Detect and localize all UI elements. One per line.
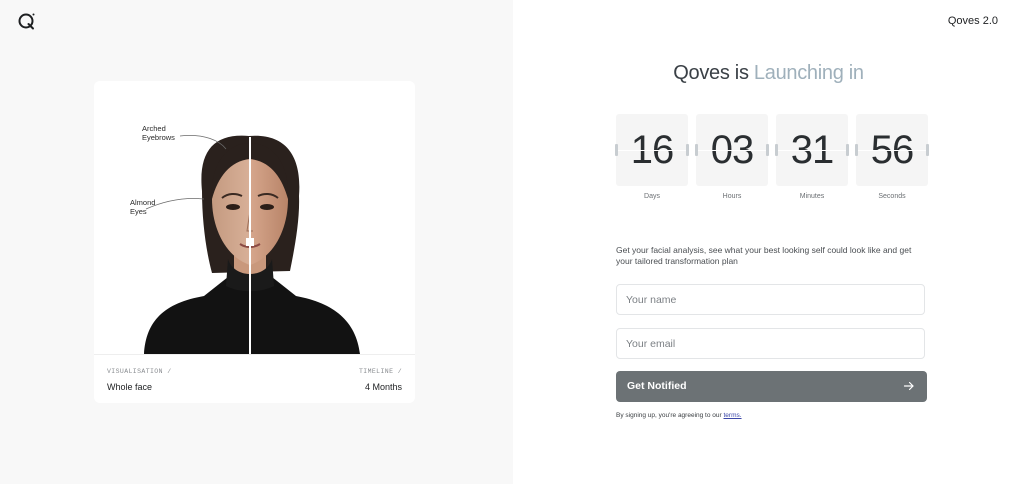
tile-tick [846, 144, 849, 156]
countdown-days-label: Days [644, 193, 660, 200]
countdown-hours-label: Hours [722, 193, 742, 200]
tile-tick [855, 144, 858, 156]
tile-divider [696, 150, 768, 151]
legal-text: By signing up, you're agreeing to our [616, 412, 722, 419]
get-notified-button[interactable]: Get Notified [616, 371, 927, 402]
name-input[interactable] [616, 284, 925, 315]
face-visualisation-image: Arched Eyebrows Almond Eyes [94, 81, 415, 354]
countdown-days: 16 [615, 114, 689, 186]
visualisation-label: VISUALISATION / [107, 368, 172, 375]
countdown-hours: 03 [695, 114, 769, 186]
version-label: Qoves 2.0 [947, 15, 998, 27]
annotation-eyes: Almond Eyes [130, 198, 156, 216]
countdown-seconds-label: Seconds [878, 193, 906, 200]
timeline-value: 4 Months [364, 382, 402, 392]
launch-description: Get your facial analysis, see what your … [616, 245, 912, 266]
right-panel: Qoves 2.0 Qoves is Launching in 16 03 31… [513, 0, 1024, 484]
q-logo-icon[interactable] [16, 10, 38, 32]
countdown-seconds: 56 [855, 114, 929, 186]
tile-tick [695, 144, 698, 156]
tile-tick [686, 144, 689, 156]
tile-tick [615, 144, 618, 156]
annotation-eyebrows: Arched Eyebrows [142, 124, 175, 142]
tile-tick [775, 144, 778, 156]
tile-tick [766, 144, 769, 156]
analysis-card: Arched Eyebrows Almond Eyes VISUALISATIO… [94, 81, 415, 403]
tile-tick [926, 144, 929, 156]
countdown-timer: 16 03 31 56 [615, 114, 929, 186]
launch-headline: Qoves is Launching in [513, 62, 1024, 85]
legal-notice: By signing up, you're agreeing to our te… [616, 412, 742, 419]
card-footer: VISUALISATION / Whole face TIMELINE / 4 … [94, 354, 415, 403]
headline-accent: Launching in [753, 62, 864, 84]
left-panel: Arched Eyebrows Almond Eyes VISUALISATIO… [0, 0, 513, 484]
headline-prefix: Qoves is [673, 62, 749, 84]
get-notified-label: Get Notified [627, 380, 687, 392]
timeline-label: TIMELINE / [358, 368, 402, 375]
tile-divider [856, 150, 928, 151]
visualisation-value: Whole face [107, 382, 153, 392]
terms-link[interactable]: terms. [723, 412, 741, 419]
tile-divider [776, 150, 848, 151]
tile-divider [616, 150, 688, 151]
arrow-right-icon [903, 381, 914, 391]
email-input[interactable] [616, 328, 925, 359]
countdown-minutes-label: Minutes [799, 193, 825, 200]
countdown-minutes: 31 [775, 114, 849, 186]
